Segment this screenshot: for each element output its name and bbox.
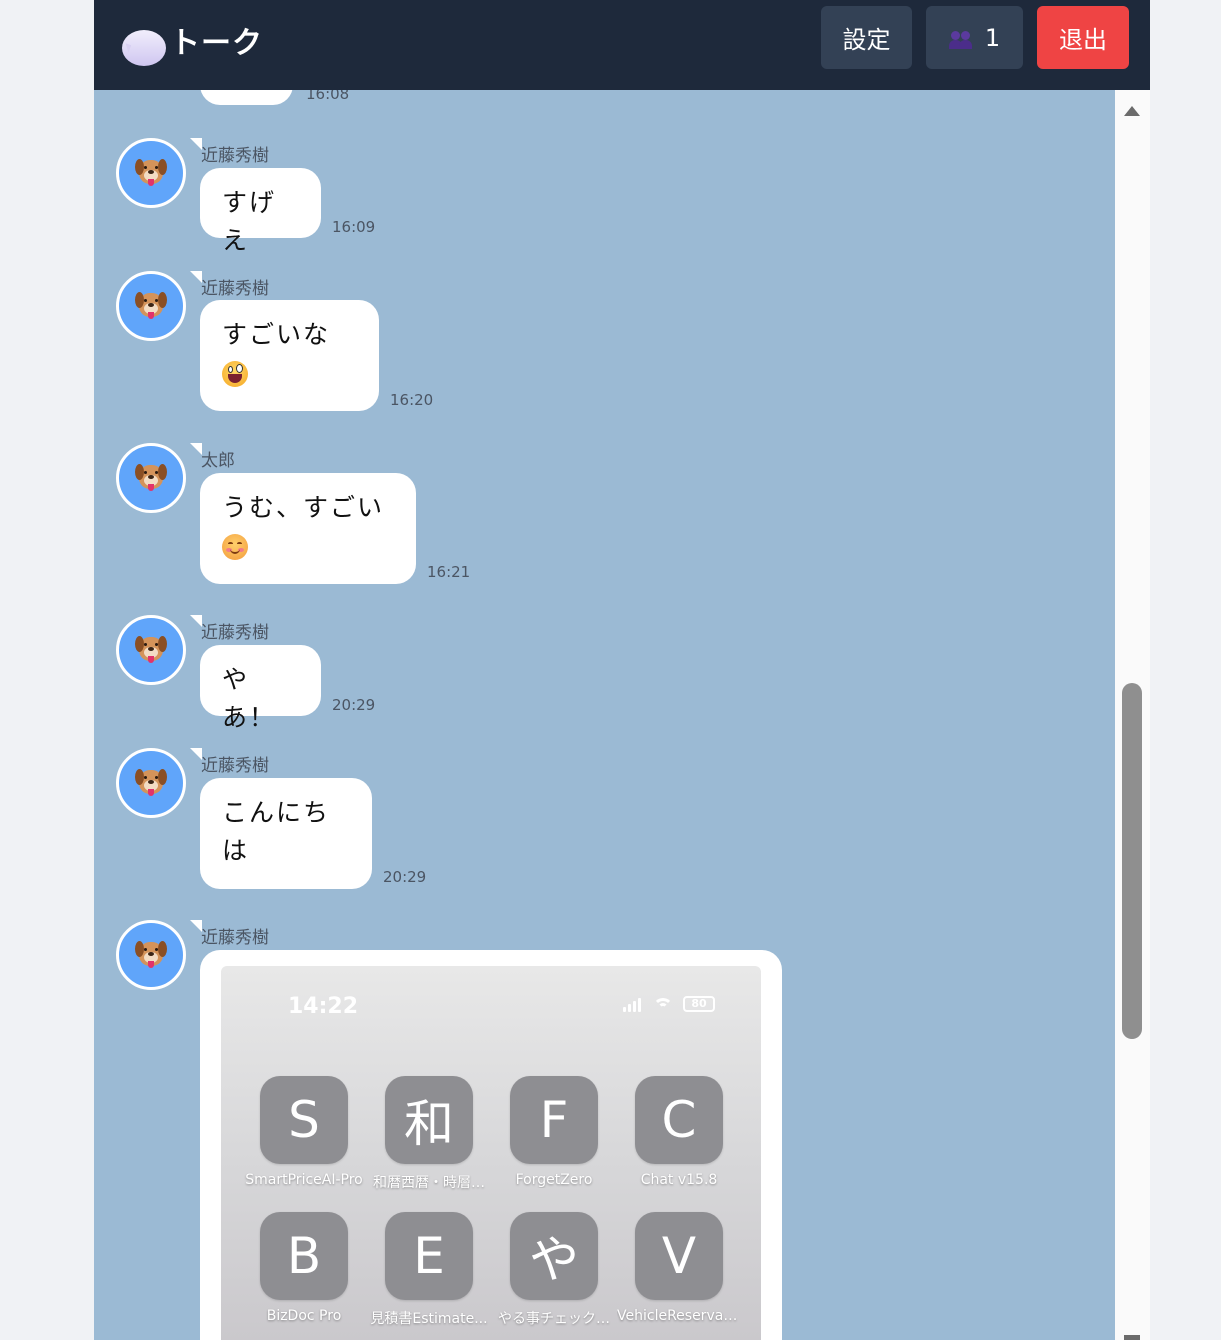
message-text: は	[222, 836, 250, 865]
message-time: 16:09	[332, 218, 376, 236]
app-icon: V	[635, 1212, 723, 1300]
message-time: 16:20	[390, 391, 434, 409]
scroll-up-arrow-icon[interactable]	[1124, 106, 1140, 116]
signal-icon	[623, 998, 643, 1012]
members-count: 1	[984, 23, 1001, 52]
message-text: やあ！	[222, 665, 277, 732]
message-bubble: うむ、すごい	[200, 473, 416, 584]
sender-name: 近藤秀樹	[201, 756, 269, 776]
app-label: VehicleReservat...	[617, 1308, 741, 1324]
app-label: 和暦西暦・時層…	[373, 1175, 485, 1191]
app-label: Chat v15.8	[640, 1172, 718, 1188]
message-text: こんにち	[222, 798, 331, 827]
dog-face-icon	[135, 768, 167, 798]
app-icon: E	[385, 1212, 473, 1300]
app-label: BizDoc Pro	[266, 1308, 342, 1324]
message-time: 20:29	[383, 868, 427, 886]
app-label: SmartPriceAI-Pro	[245, 1172, 363, 1188]
shared-screenshot-image[interactable]: 14:22 80 S SmartPriceAI-Pro 和 和暦西暦・時層… F…	[221, 966, 761, 1340]
grinning-face-icon	[222, 361, 248, 387]
app-icon: B	[260, 1212, 348, 1300]
sender-name: 近藤秀樹	[201, 146, 269, 166]
app-icon: や	[510, 1212, 598, 1300]
avatar[interactable]	[116, 920, 186, 990]
sender-name: 近藤秀樹	[201, 279, 269, 299]
wifi-icon	[653, 998, 673, 1012]
page-title: トーク	[170, 26, 263, 61]
message-text: うむ、すごい	[222, 493, 385, 522]
scrollbar-thumb[interactable]	[1122, 683, 1142, 1039]
phone-status-bar: 80	[623, 996, 715, 1012]
app-label: ForgetZero	[515, 1172, 593, 1188]
message-bubble: すげえ	[200, 168, 321, 255]
app-icon: F	[510, 1076, 598, 1164]
avatar[interactable]	[116, 748, 186, 818]
sender-name: 近藤秀樹	[201, 928, 269, 948]
people-icon	[948, 27, 975, 49]
scroll-down-arrow-icon[interactable]	[1124, 1335, 1140, 1340]
app-icon: C	[635, 1076, 723, 1164]
app-label: 見積書Estimate...	[370, 1311, 488, 1327]
avatar[interactable]	[116, 615, 186, 685]
dog-face-icon	[135, 635, 167, 665]
dog-face-icon	[135, 940, 167, 970]
avatar[interactable]	[116, 138, 186, 208]
image-message-bubble[interactable]: 14:22 80 S SmartPriceAI-Pro 和 和暦西暦・時層… F…	[200, 950, 782, 1340]
message-list[interactable]: 16:08 近藤秀樹 すげえ 16:09 近藤秀樹 すごいな 16:20 太郎 …	[94, 0, 1115, 1340]
speech-bubble-icon	[120, 26, 166, 66]
app-icon: S	[260, 1076, 348, 1164]
chat-header: トーク 設定 1 退出	[94, 0, 1150, 90]
smiling-face-icon	[222, 534, 248, 560]
message-time: 16:21	[427, 563, 471, 581]
avatar[interactable]	[116, 271, 186, 341]
exit-button[interactable]: 退出	[1037, 6, 1129, 69]
dog-face-icon	[135, 291, 167, 321]
message-time: 20:29	[332, 696, 376, 714]
message-scrollbar[interactable]	[1115, 90, 1150, 1340]
sender-name: 近藤秀樹	[201, 623, 269, 643]
members-button[interactable]: 1	[926, 6, 1023, 69]
chat-window: 16:08 近藤秀樹 すげえ 16:09 近藤秀樹 すごいな 16:20 太郎 …	[94, 0, 1150, 1340]
message-bubble: こんにち は	[200, 778, 372, 889]
dog-face-icon	[135, 463, 167, 493]
app-icon: 和	[385, 1076, 473, 1164]
sender-name: 太郎	[201, 451, 235, 471]
message-bubble: やあ！	[200, 645, 321, 732]
message-bubble: すごいな	[200, 300, 379, 411]
message-text: すげえ	[222, 188, 277, 255]
avatar[interactable]	[116, 443, 186, 513]
message-text: すごいな	[222, 320, 331, 349]
battery-icon: 80	[683, 996, 715, 1012]
header-title-group: トーク	[120, 18, 263, 66]
phone-clock: 14:22	[288, 994, 359, 1019]
dog-face-icon	[135, 158, 167, 188]
settings-button[interactable]: 設定	[821, 6, 912, 69]
app-label: やる事チェック…	[498, 1311, 610, 1327]
